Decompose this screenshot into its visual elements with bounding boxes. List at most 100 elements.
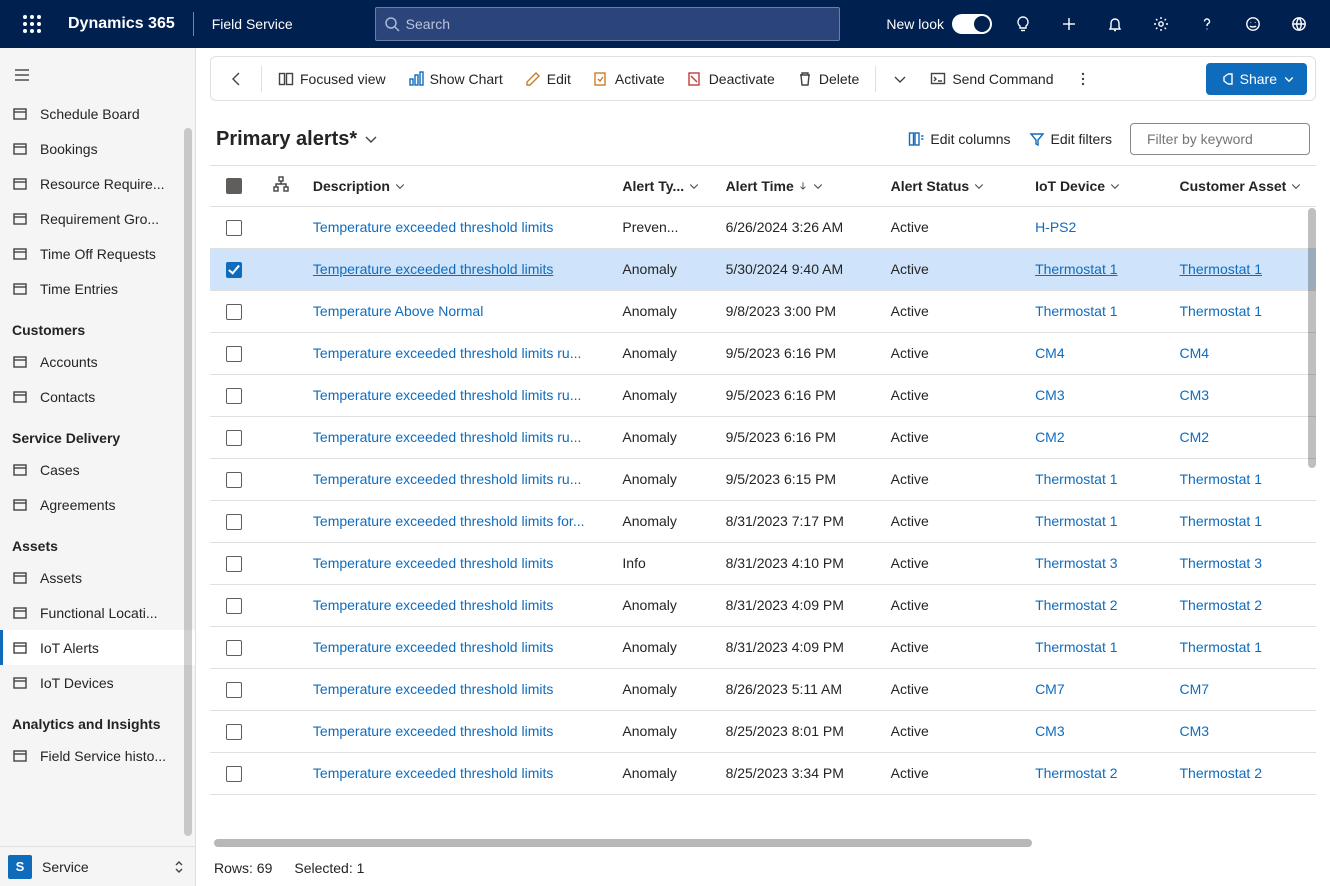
add-icon[interactable] bbox=[1046, 0, 1092, 48]
col-description[interactable]: Description bbox=[305, 166, 615, 206]
bell-icon[interactable] bbox=[1092, 0, 1138, 48]
device-link[interactable]: Thermostat 1 bbox=[1035, 303, 1117, 319]
row-checkbox[interactable] bbox=[226, 262, 242, 278]
col-device[interactable]: IoT Device bbox=[1027, 166, 1171, 206]
description-link[interactable]: Temperature exceeded threshold limits bbox=[313, 681, 553, 697]
search-input[interactable] bbox=[400, 16, 831, 32]
asset-link[interactable]: CM7 bbox=[1180, 681, 1210, 697]
device-link[interactable]: Thermostat 1 bbox=[1035, 471, 1117, 487]
description-link[interactable]: Temperature exceeded threshold limits bbox=[313, 723, 553, 739]
sidebar-scrollbar[interactable] bbox=[184, 128, 192, 836]
description-link[interactable]: Temperature exceeded threshold limits bbox=[313, 639, 553, 655]
row-checkbox[interactable] bbox=[226, 682, 242, 698]
device-link[interactable]: Thermostat 2 bbox=[1035, 597, 1117, 613]
sidebar-item[interactable]: Schedule Board bbox=[0, 96, 195, 131]
row-checkbox[interactable] bbox=[226, 472, 242, 488]
row-checkbox[interactable] bbox=[226, 640, 242, 656]
asset-link[interactable]: CM4 bbox=[1180, 345, 1210, 361]
filter-input[interactable] bbox=[1145, 130, 1330, 148]
sidebar-item[interactable]: Cases bbox=[0, 452, 195, 487]
description-link[interactable]: Temperature exceeded threshold limits ru… bbox=[313, 345, 581, 361]
row-checkbox[interactable] bbox=[226, 346, 242, 362]
app-icon[interactable] bbox=[1276, 0, 1322, 48]
row-checkbox[interactable] bbox=[226, 598, 242, 614]
sidebar-item[interactable]: Time Entries bbox=[0, 271, 195, 306]
table-row[interactable]: Temperature exceeded threshold limitsAno… bbox=[210, 584, 1316, 626]
device-link[interactable]: Thermostat 1 bbox=[1035, 513, 1117, 529]
device-link[interactable]: CM4 bbox=[1035, 345, 1065, 361]
asset-link[interactable]: Thermostat 1 bbox=[1180, 261, 1262, 277]
row-checkbox[interactable] bbox=[226, 514, 242, 530]
description-link[interactable]: Temperature exceeded threshold limits bbox=[313, 555, 553, 571]
edit-button[interactable]: Edit bbox=[515, 61, 581, 97]
col-asset[interactable]: Customer Asset bbox=[1172, 166, 1317, 206]
checkbox-icon[interactable] bbox=[226, 178, 242, 194]
collapse-nav-button[interactable] bbox=[0, 54, 195, 96]
more-button[interactable] bbox=[1065, 61, 1101, 97]
device-link[interactable]: H-PS2 bbox=[1035, 219, 1076, 235]
delete-button[interactable]: Delete bbox=[787, 61, 869, 97]
asset-link[interactable]: Thermostat 1 bbox=[1180, 303, 1262, 319]
edit-filters-button[interactable]: Edit filters bbox=[1029, 131, 1112, 147]
description-link[interactable]: Temperature exceeded threshold limits ru… bbox=[313, 471, 581, 487]
table-row[interactable]: Temperature exceeded threshold limitsInf… bbox=[210, 542, 1316, 584]
description-link[interactable]: Temperature exceeded threshold limits bbox=[313, 765, 553, 781]
device-link[interactable]: Thermostat 1 bbox=[1035, 639, 1117, 655]
grid-horizontal-scrollbar[interactable] bbox=[210, 836, 1316, 850]
help-icon[interactable] bbox=[1184, 0, 1230, 48]
device-link[interactable]: Thermostat 3 bbox=[1035, 555, 1117, 571]
table-row[interactable]: Temperature Above NormalAnomaly9/8/2023 … bbox=[210, 290, 1316, 332]
asset-link[interactable]: CM3 bbox=[1180, 387, 1210, 403]
sidebar-item[interactable]: Assets bbox=[0, 560, 195, 595]
col-time[interactable]: Alert Time bbox=[718, 166, 883, 206]
row-checkbox[interactable] bbox=[226, 388, 242, 404]
product-name[interactable]: Dynamics 365 bbox=[56, 15, 187, 33]
device-link[interactable]: CM3 bbox=[1035, 723, 1065, 739]
view-title-button[interactable]: Primary alerts* bbox=[216, 128, 379, 151]
table-row[interactable]: Temperature exceeded threshold limitsAno… bbox=[210, 752, 1316, 794]
sidebar-item[interactable]: IoT Devices bbox=[0, 665, 195, 700]
sidebar-item[interactable]: Accounts bbox=[0, 344, 195, 379]
show-chart-button[interactable]: Show Chart bbox=[398, 61, 513, 97]
device-link[interactable]: CM7 bbox=[1035, 681, 1065, 697]
table-row[interactable]: Temperature exceeded threshold limitsAno… bbox=[210, 626, 1316, 668]
asset-link[interactable]: Thermostat 3 bbox=[1180, 555, 1262, 571]
device-link[interactable]: CM3 bbox=[1035, 387, 1065, 403]
send-command-button[interactable]: Send Command bbox=[920, 61, 1063, 97]
table-row[interactable]: Temperature exceeded threshold limitsAno… bbox=[210, 248, 1316, 290]
device-link[interactable]: Thermostat 2 bbox=[1035, 765, 1117, 781]
app-name[interactable]: Field Service bbox=[200, 16, 305, 32]
description-link[interactable]: Temperature exceeded threshold limits fo… bbox=[313, 513, 585, 529]
device-link[interactable]: CM2 bbox=[1035, 429, 1065, 445]
asset-link[interactable]: Thermostat 1 bbox=[1180, 639, 1262, 655]
asset-link[interactable]: Thermostat 1 bbox=[1180, 513, 1262, 529]
table-row[interactable]: Temperature exceeded threshold limits ru… bbox=[210, 416, 1316, 458]
description-link[interactable]: Temperature exceeded threshold limits bbox=[313, 261, 553, 277]
edit-columns-button[interactable]: Edit columns bbox=[908, 131, 1010, 147]
grid-vertical-scrollbar[interactable] bbox=[1308, 208, 1316, 468]
sidebar-item[interactable]: Contacts bbox=[0, 379, 195, 414]
asset-link[interactable]: CM2 bbox=[1180, 429, 1210, 445]
row-checkbox[interactable] bbox=[226, 766, 242, 782]
table-row[interactable]: Temperature exceeded threshold limitsAno… bbox=[210, 668, 1316, 710]
description-link[interactable]: Temperature exceeded threshold limits bbox=[313, 219, 553, 235]
device-link[interactable]: Thermostat 1 bbox=[1035, 261, 1117, 277]
row-checkbox[interactable] bbox=[226, 724, 242, 740]
toggle-switch-icon[interactable] bbox=[952, 14, 992, 34]
keyword-filter[interactable] bbox=[1130, 123, 1310, 155]
description-link[interactable]: Temperature exceeded threshold limits bbox=[313, 597, 553, 613]
col-type[interactable]: Alert Ty... bbox=[614, 166, 717, 206]
app-launcher-icon[interactable] bbox=[8, 0, 56, 48]
table-row[interactable]: Temperature exceeded threshold limitsPre… bbox=[210, 206, 1316, 248]
col-status[interactable]: Alert Status bbox=[883, 166, 1027, 206]
table-row[interactable]: Temperature exceeded threshold limits fo… bbox=[210, 500, 1316, 542]
sidebar-item[interactable]: Bookings bbox=[0, 131, 195, 166]
sidebar-item[interactable]: Agreements bbox=[0, 487, 195, 522]
back-button[interactable] bbox=[219, 61, 255, 97]
asset-link[interactable]: Thermostat 2 bbox=[1180, 597, 1262, 613]
row-checkbox[interactable] bbox=[226, 556, 242, 572]
activate-button[interactable]: Activate bbox=[583, 61, 675, 97]
gear-icon[interactable] bbox=[1138, 0, 1184, 48]
description-link[interactable]: Temperature Above Normal bbox=[313, 303, 483, 319]
description-link[interactable]: Temperature exceeded threshold limits ru… bbox=[313, 387, 581, 403]
